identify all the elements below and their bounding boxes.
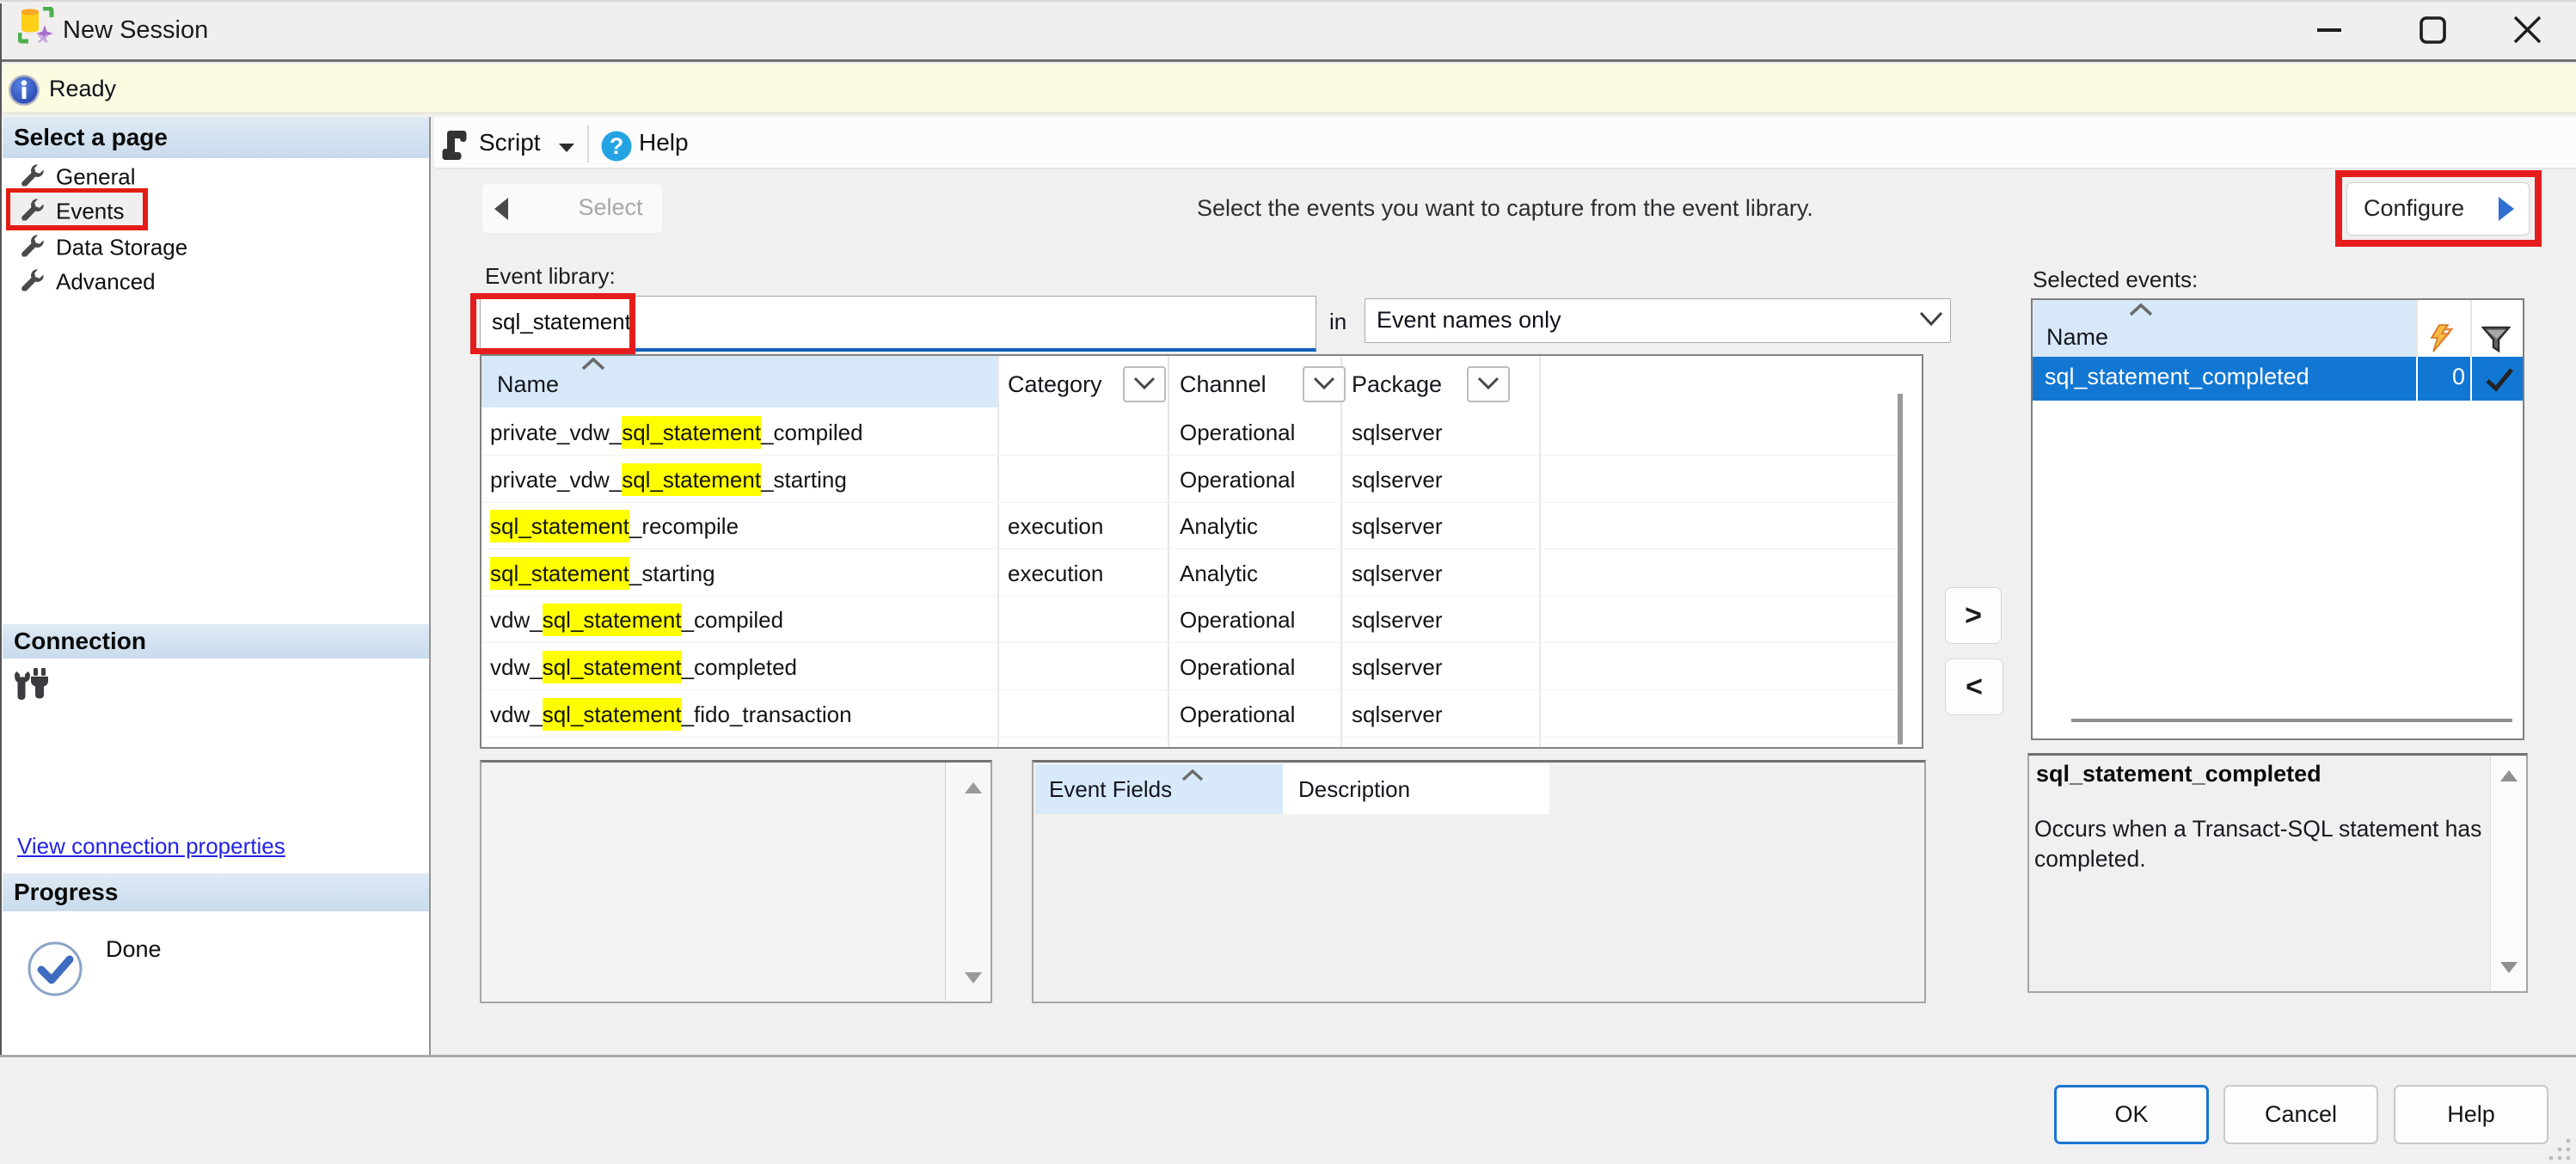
svg-text:?: ? — [610, 133, 624, 159]
